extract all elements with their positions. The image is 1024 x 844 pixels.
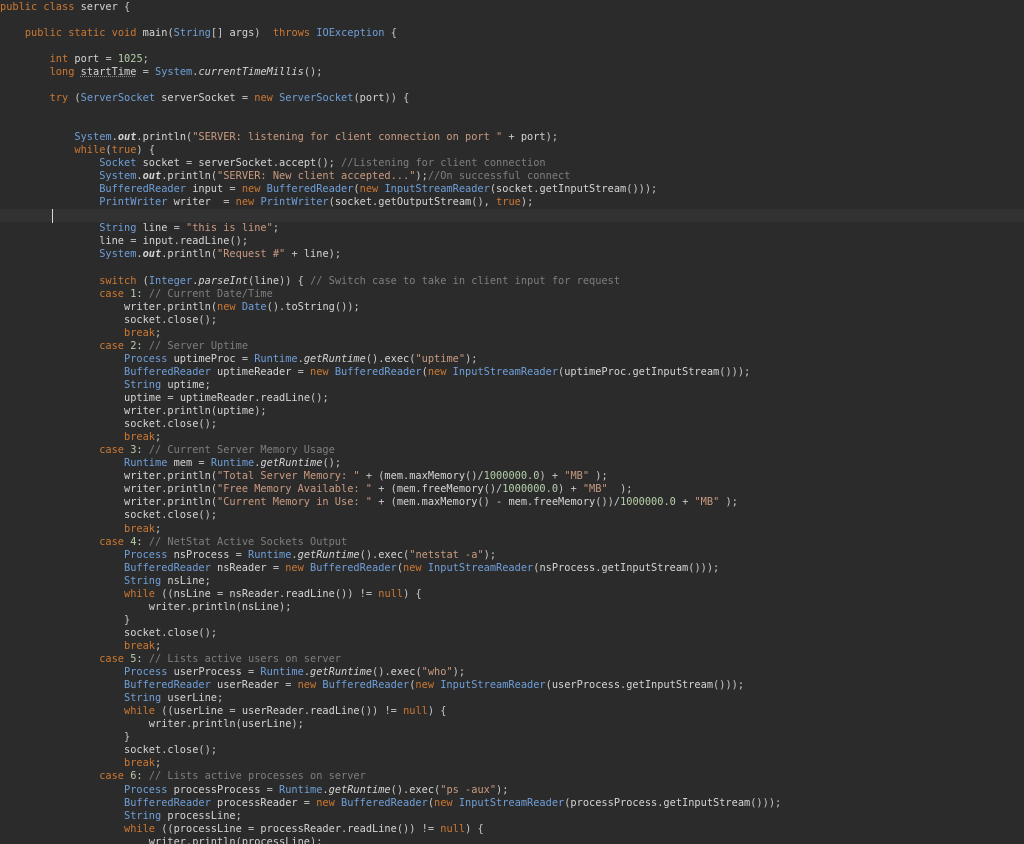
code-line[interactable]: socket.close(); (0, 744, 1024, 757)
code-line[interactable]: public class server { (0, 1, 1024, 14)
code-line[interactable]: writer.println(nsLine); (0, 601, 1024, 614)
code-line[interactable]: BufferedReader processReader = new Buffe… (0, 797, 1024, 810)
code-line[interactable]: socket.close(); (0, 627, 1024, 640)
code-line[interactable]: case 4: // NetStat Active Sockets Output (0, 536, 1024, 549)
code-line[interactable]: line = input.readLine(); (0, 235, 1024, 248)
text-cursor (52, 209, 53, 224)
code-line[interactable]: System.out.println("SERVER: listening fo… (0, 131, 1024, 144)
code-line[interactable]: Process userProcess = Runtime.getRuntime… (0, 666, 1024, 679)
code-line[interactable]: while(true) { (0, 144, 1024, 157)
code-line[interactable]: uptime = uptimeReader.readLine(); (0, 392, 1024, 405)
code-line[interactable]: BufferedReader uptimeReader = new Buffer… (0, 366, 1024, 379)
code-line[interactable]: } (0, 731, 1024, 744)
code-line[interactable]: Runtime mem = Runtime.getRuntime(); (0, 457, 1024, 470)
code-line[interactable] (0, 40, 1024, 53)
code-line[interactable] (0, 79, 1024, 92)
code-line[interactable]: writer.println(userLine); (0, 718, 1024, 731)
code-line[interactable]: break; (0, 327, 1024, 340)
code-line[interactable]: public static void main(String[] args) t… (0, 27, 1024, 40)
code-line[interactable]: try (ServerSocket serverSocket = new Ser… (0, 92, 1024, 105)
code-line[interactable]: Process processProcess = Runtime.getRunt… (0, 784, 1024, 797)
code-line[interactable]: socket.close(); (0, 509, 1024, 522)
code-line[interactable]: String userLine; (0, 692, 1024, 705)
code-line[interactable]: while ((userLine = userReader.readLine()… (0, 705, 1024, 718)
code-line[interactable]: case 2: // Server Uptime (0, 340, 1024, 353)
code-line[interactable] (0, 118, 1024, 131)
code-line[interactable] (0, 14, 1024, 27)
code-line[interactable]: writer.println(new Date().toString()); (0, 301, 1024, 314)
code-line[interactable]: Socket socket = serverSocket.accept(); /… (0, 157, 1024, 170)
code-line[interactable]: int port = 1025; (0, 53, 1024, 66)
code-line[interactable]: case 3: // Current Server Memory Usage (0, 444, 1024, 457)
code-line[interactable]: String processLine; (0, 810, 1024, 823)
code-line[interactable] (0, 105, 1024, 118)
code-line[interactable]: BufferedReader userReader = new Buffered… (0, 679, 1024, 692)
code-line[interactable]: Process uptimeProc = Runtime.getRuntime(… (0, 353, 1024, 366)
code-line[interactable]: writer.println("Free Memory Available: "… (0, 483, 1024, 496)
code-line[interactable]: Process nsProcess = Runtime.getRuntime()… (0, 549, 1024, 562)
code-line[interactable]: case 5: // Lists active users on server (0, 653, 1024, 666)
code-line[interactable]: String uptime; (0, 379, 1024, 392)
code-line[interactable]: BufferedReader nsReader = new BufferedRe… (0, 562, 1024, 575)
code-line[interactable]: while ((processLine = processReader.read… (0, 823, 1024, 836)
code-line[interactable]: writer.println("Current Memory in Use: "… (0, 496, 1024, 509)
code-line[interactable]: break; (0, 640, 1024, 653)
code-line[interactable]: socket.close(); (0, 418, 1024, 431)
code-line[interactable]: switch (Integer.parseInt(line)) { // Swi… (0, 275, 1024, 288)
code-line[interactable]: BufferedReader input = new BufferedReade… (0, 183, 1024, 196)
code-line[interactable]: break; (0, 431, 1024, 444)
code-line[interactable]: writer.println(processLine); (0, 836, 1024, 844)
code-line[interactable]: break; (0, 757, 1024, 770)
code-line[interactable] (0, 262, 1024, 275)
code-line[interactable]: System.out.println("SERVER: New client a… (0, 170, 1024, 183)
code-line[interactable]: case 6: // Lists active processes on ser… (0, 770, 1024, 783)
code-line[interactable]: socket.close(); (0, 314, 1024, 327)
code-line[interactable]: writer.println(uptime); (0, 405, 1024, 418)
code-line[interactable]: long startTime = System.currentTimeMilli… (0, 66, 1024, 79)
code-line[interactable]: PrintWriter writer = new PrintWriter(soc… (0, 196, 1024, 209)
code-line[interactable]: } (0, 614, 1024, 627)
code-line[interactable]: writer.println("Total Server Memory: " +… (0, 470, 1024, 483)
code-line[interactable]: String nsLine; (0, 575, 1024, 588)
code-line[interactable]: break; (0, 523, 1024, 536)
code-line[interactable]: String line = "this is line"; (0, 222, 1024, 235)
code-line[interactable]: case 1: // Current Date/Time (0, 288, 1024, 301)
code-line[interactable]: while ((nsLine = nsReader.readLine()) !=… (0, 588, 1024, 601)
code-editor[interactable]: public class server { public static void… (0, 0, 1024, 844)
code-line[interactable]: System.out.println("Request #" + line); (0, 248, 1024, 261)
code-line[interactable] (0, 209, 1024, 223)
